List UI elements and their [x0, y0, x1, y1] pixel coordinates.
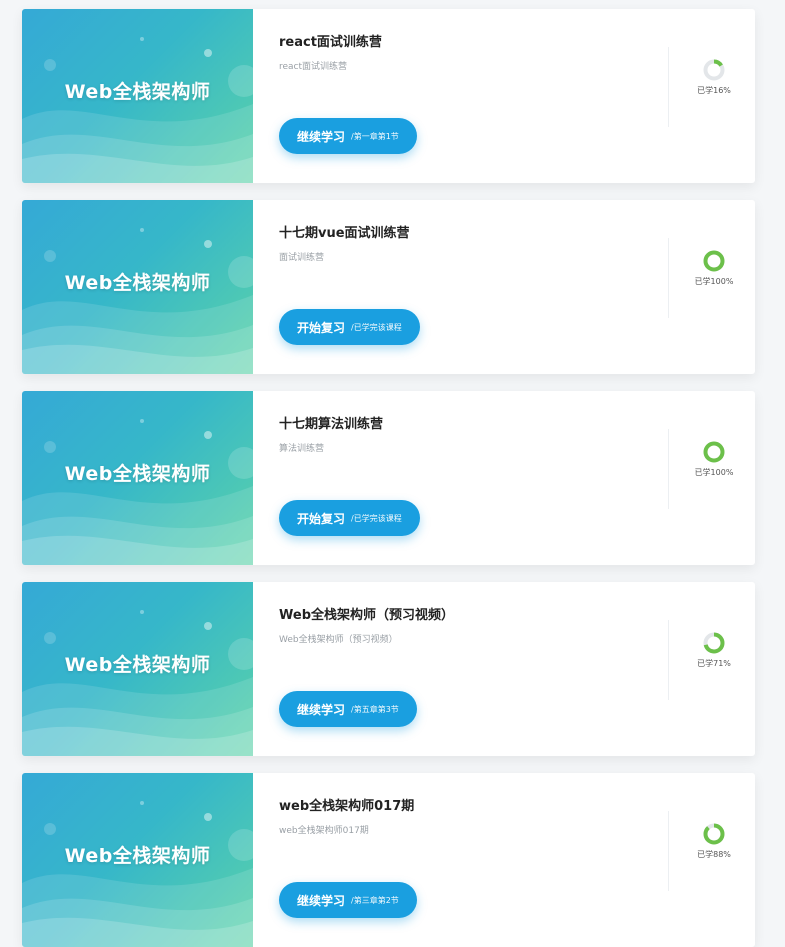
button-label: 继续学习: [297, 702, 346, 717]
progress-ring-icon: [703, 823, 725, 845]
course-subtitle: react面试训练营: [279, 62, 348, 72]
progress-indicator: 已学88%: [688, 823, 740, 860]
thumbnail-title: Web全栈架构师: [64, 845, 211, 867]
divider: [668, 620, 669, 700]
course-card[interactable]: Web全栈架构师 Web全栈架构师（预习视频） Web全栈架构师（预习视频） 继…: [22, 582, 755, 756]
course-card[interactable]: Web全栈架构师 十七期算法训练营 算法训练营 开始复习 /已学完该课程 已学1…: [22, 391, 755, 565]
divider: [668, 811, 669, 891]
start-review-button[interactable]: 开始复习 /已学完该课程: [279, 309, 420, 345]
progress-ring-icon: [703, 59, 725, 81]
course-title[interactable]: Web全栈架构师（预习视频）: [279, 604, 454, 623]
course-subtitle: web全栈架构师017期: [279, 826, 369, 836]
course-title[interactable]: 十七期算法训练营: [279, 413, 383, 432]
progress-ring-icon: [703, 250, 725, 272]
course-card[interactable]: Web全栈架构师 十七期vue面试训练营 面试训练营 开始复习 /已学完该课程 …: [22, 200, 755, 374]
progress-label: 已学100%: [694, 277, 734, 286]
button-label: 继续学习: [297, 893, 346, 908]
divider: [668, 429, 669, 509]
start-review-button[interactable]: 开始复习 /已学完该课程: [279, 500, 420, 536]
thumbnail-title: Web全栈架构师: [64, 654, 211, 676]
divider: [668, 47, 669, 127]
course-subtitle: 算法训练营: [279, 444, 325, 454]
thumbnail-title: Web全栈架构师: [64, 272, 211, 294]
course-card[interactable]: Web全栈架构师 web全栈架构师017期 web全栈架构师017期 继续学习 …: [22, 773, 755, 947]
progress-ring-icon: [703, 441, 725, 463]
course-card[interactable]: Web全栈架构师 react面试训练营 react面试训练营 继续学习 /第一章…: [22, 9, 755, 183]
course-thumbnail[interactable]: Web全栈架构师: [22, 9, 253, 183]
continue-learning-button[interactable]: 继续学习 /第三章第2节: [279, 882, 417, 918]
progress-indicator: 已学100%: [688, 441, 740, 478]
thumbnail-title: Web全栈架构师: [64, 463, 211, 485]
progress-indicator: 已学100%: [688, 250, 740, 287]
button-chapter: /第五章第3节: [351, 704, 399, 714]
progress-ring-icon: [703, 632, 725, 654]
button-label: 继续学习: [297, 129, 346, 144]
continue-learning-button[interactable]: 继续学习 /第五章第3节: [279, 691, 417, 727]
button-chapter: /已学完该课程: [351, 513, 402, 523]
progress-label: 已学100%: [694, 468, 734, 477]
course-thumbnail[interactable]: Web全栈架构师: [22, 773, 253, 947]
course-title[interactable]: 十七期vue面试训练营: [279, 222, 410, 241]
course-thumbnail[interactable]: Web全栈架构师: [22, 391, 253, 565]
course-subtitle: 面试训练营: [279, 253, 325, 263]
button-label: 开始复习: [297, 511, 346, 526]
course-thumbnail[interactable]: Web全栈架构师: [22, 582, 253, 756]
divider: [668, 238, 669, 318]
button-chapter: /已学完该课程: [351, 322, 402, 332]
button-label: 开始复习: [297, 320, 346, 335]
course-title[interactable]: react面试训练营: [279, 31, 382, 50]
course-list: Web全栈架构师 react面试训练营 react面试训练营 继续学习 /第一章…: [0, 0, 785, 947]
course-thumbnail[interactable]: Web全栈架构师: [22, 200, 253, 374]
progress-label: 已学88%: [697, 850, 731, 859]
course-subtitle: Web全栈架构师（预习视频）: [279, 635, 398, 645]
button-chapter: /第一章第1节: [351, 131, 399, 141]
continue-learning-button[interactable]: 继续学习 /第一章第1节: [279, 118, 417, 154]
course-title[interactable]: web全栈架构师017期: [279, 795, 414, 814]
progress-indicator: 已学16%: [688, 59, 740, 96]
progress-label: 已学71%: [697, 659, 731, 668]
thumbnail-title: Web全栈架构师: [64, 81, 211, 103]
progress-indicator: 已学71%: [688, 632, 740, 669]
progress-label: 已学16%: [697, 86, 731, 95]
